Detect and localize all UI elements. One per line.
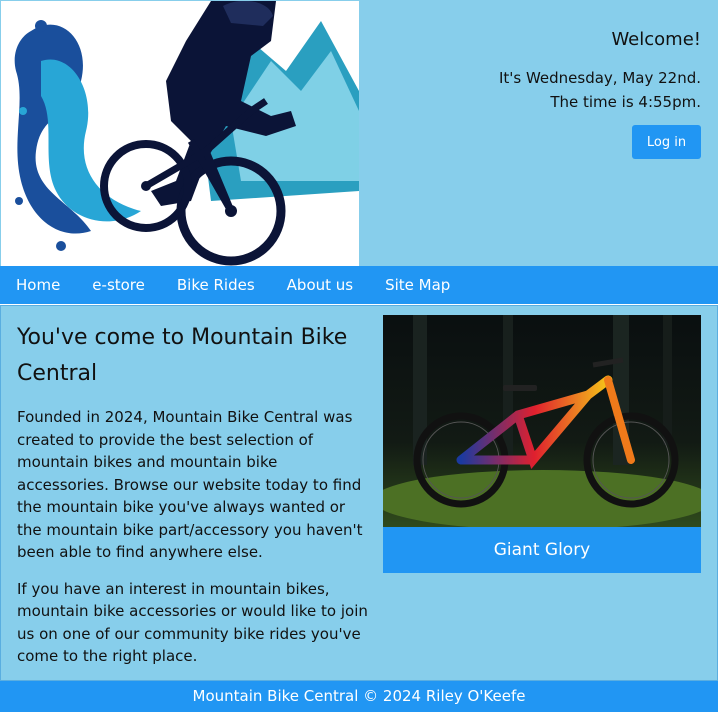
photo-caption: Giant Glory bbox=[383, 527, 701, 573]
login-button[interactable]: Log in bbox=[632, 125, 701, 159]
mountain-bike-photo-icon bbox=[383, 315, 701, 527]
nav-item-e-store[interactable]: e-store bbox=[76, 266, 161, 304]
page-title: You've come to Mountain Bike Central bbox=[17, 325, 348, 386]
logo bbox=[1, 1, 359, 266]
date-text: It's Wednesday, May 22nd. bbox=[498, 69, 701, 87]
intro-paragraph-2: If you have an interest in mountain bike… bbox=[17, 579, 368, 666]
featured-bike: Giant Glory bbox=[383, 315, 701, 573]
intro-section: You've come to Mountain Bike Central Fou… bbox=[17, 320, 369, 682]
time-text: The time is 4:55pm. bbox=[550, 93, 701, 111]
page: Welcome! It's Wednesday, May 22nd. The t… bbox=[0, 0, 718, 712]
main-nav: Home e-store Bike Rides About us Site Ma… bbox=[0, 266, 718, 304]
nav-item-home[interactable]: Home bbox=[0, 266, 76, 304]
welcome-area: Welcome! It's Wednesday, May 22nd. The t… bbox=[381, 28, 701, 159]
welcome-text: Welcome! bbox=[611, 29, 701, 50]
nav-item-about-us[interactable]: About us bbox=[271, 266, 369, 304]
header: Welcome! It's Wednesday, May 22nd. The t… bbox=[0, 0, 718, 266]
nav-item-bike-rides[interactable]: Bike Rides bbox=[161, 266, 271, 304]
nav-item-site-map[interactable]: Site Map bbox=[369, 266, 466, 304]
intro-paragraph-1: Founded in 2024, Mountain Bike Central w… bbox=[17, 408, 363, 561]
main-content: You've come to Mountain Bike Central Fou… bbox=[0, 305, 718, 681]
mountain-biker-logo-icon bbox=[1, 1, 359, 266]
footer: Mountain Bike Central © 2024 Riley O'Kee… bbox=[0, 681, 718, 712]
